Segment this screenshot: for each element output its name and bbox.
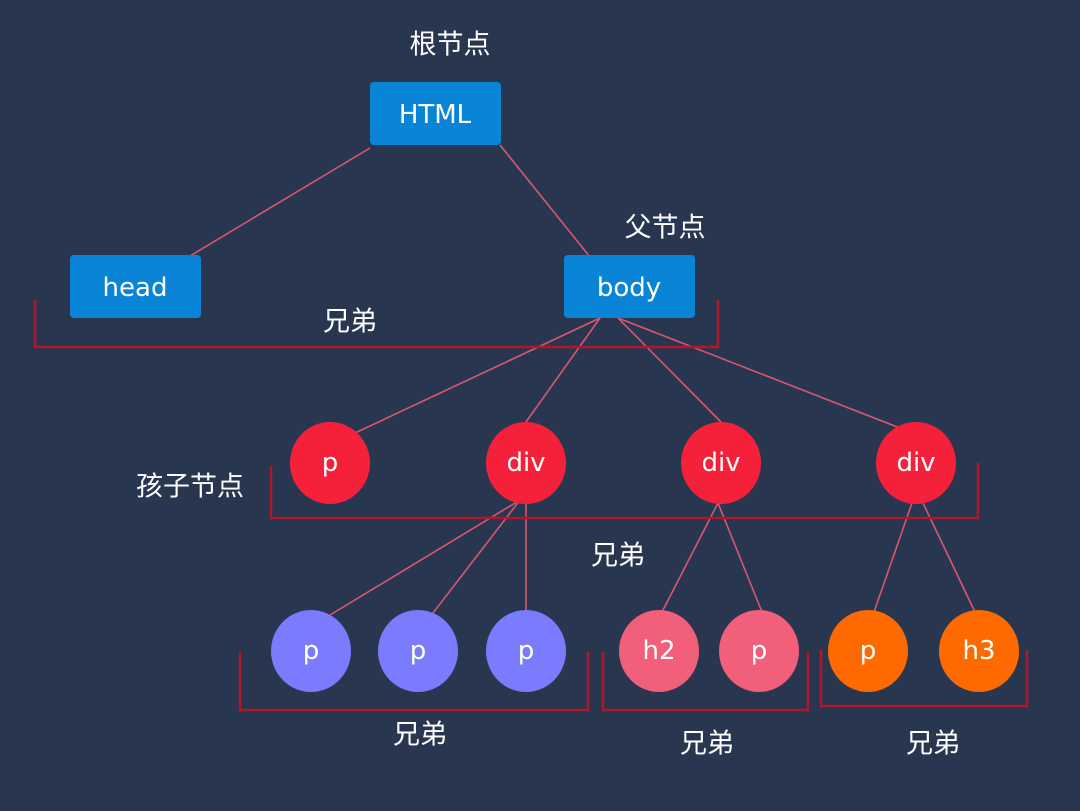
edge-line bbox=[873, 502, 913, 613]
dom-tree-diagram: HTML head body p div div div p p p h2 p p h3 根节点 父节点 兄弟孩… bbox=[0, 0, 1080, 811]
diagram-canvas: HTMLhead bodyp div div divp p p h2 p p h3根节点父节点兄弟孩… bbox=[33, 30, 1029, 760]
annotation-siblings-children: 兄弟 bbox=[591, 541, 645, 572]
annotation-children: 孩子节点 bbox=[136, 472, 244, 503]
node-label-child_3: div bbox=[701, 448, 740, 478]
node-label-head: head bbox=[103, 273, 168, 303]
annotation-parent: 父节点 bbox=[625, 213, 706, 244]
node-label-gc_2: p bbox=[410, 636, 427, 666]
node-label-gc_1: p bbox=[303, 636, 320, 666]
node-label-gc_4: h2 bbox=[642, 636, 675, 666]
node-label-html: HTML bbox=[399, 100, 472, 130]
annotation-root: 根节点 bbox=[410, 30, 491, 61]
annotation-siblings-group-3: 兄弟 bbox=[906, 729, 960, 760]
node-label-child_1: p bbox=[322, 448, 339, 478]
node-label-child_4: div bbox=[896, 448, 935, 478]
annotation-siblings-group-2: 兄弟 bbox=[680, 729, 734, 760]
edge-line bbox=[617, 317, 901, 429]
node-label-gc_6: p bbox=[860, 636, 877, 666]
node-label-gc_5: p bbox=[751, 636, 768, 666]
edge-line bbox=[717, 502, 763, 613]
edge-line bbox=[525, 317, 601, 423]
node-label-body: body bbox=[597, 273, 661, 303]
edge-line bbox=[922, 502, 976, 613]
edge-line bbox=[189, 147, 371, 257]
annotation-siblings-group-1: 兄弟 bbox=[393, 720, 447, 751]
sibling-bracket bbox=[269, 463, 980, 520]
edge-line bbox=[617, 317, 722, 423]
node-label-gc_7: h3 bbox=[962, 636, 995, 666]
edge-line bbox=[499, 144, 591, 258]
edge-line bbox=[661, 502, 719, 613]
annotation-siblings-top: 兄弟 bbox=[323, 307, 377, 338]
node-label-gc_3: p bbox=[518, 636, 535, 666]
edge-line bbox=[354, 317, 601, 434]
node-label-child_2: div bbox=[506, 448, 545, 478]
